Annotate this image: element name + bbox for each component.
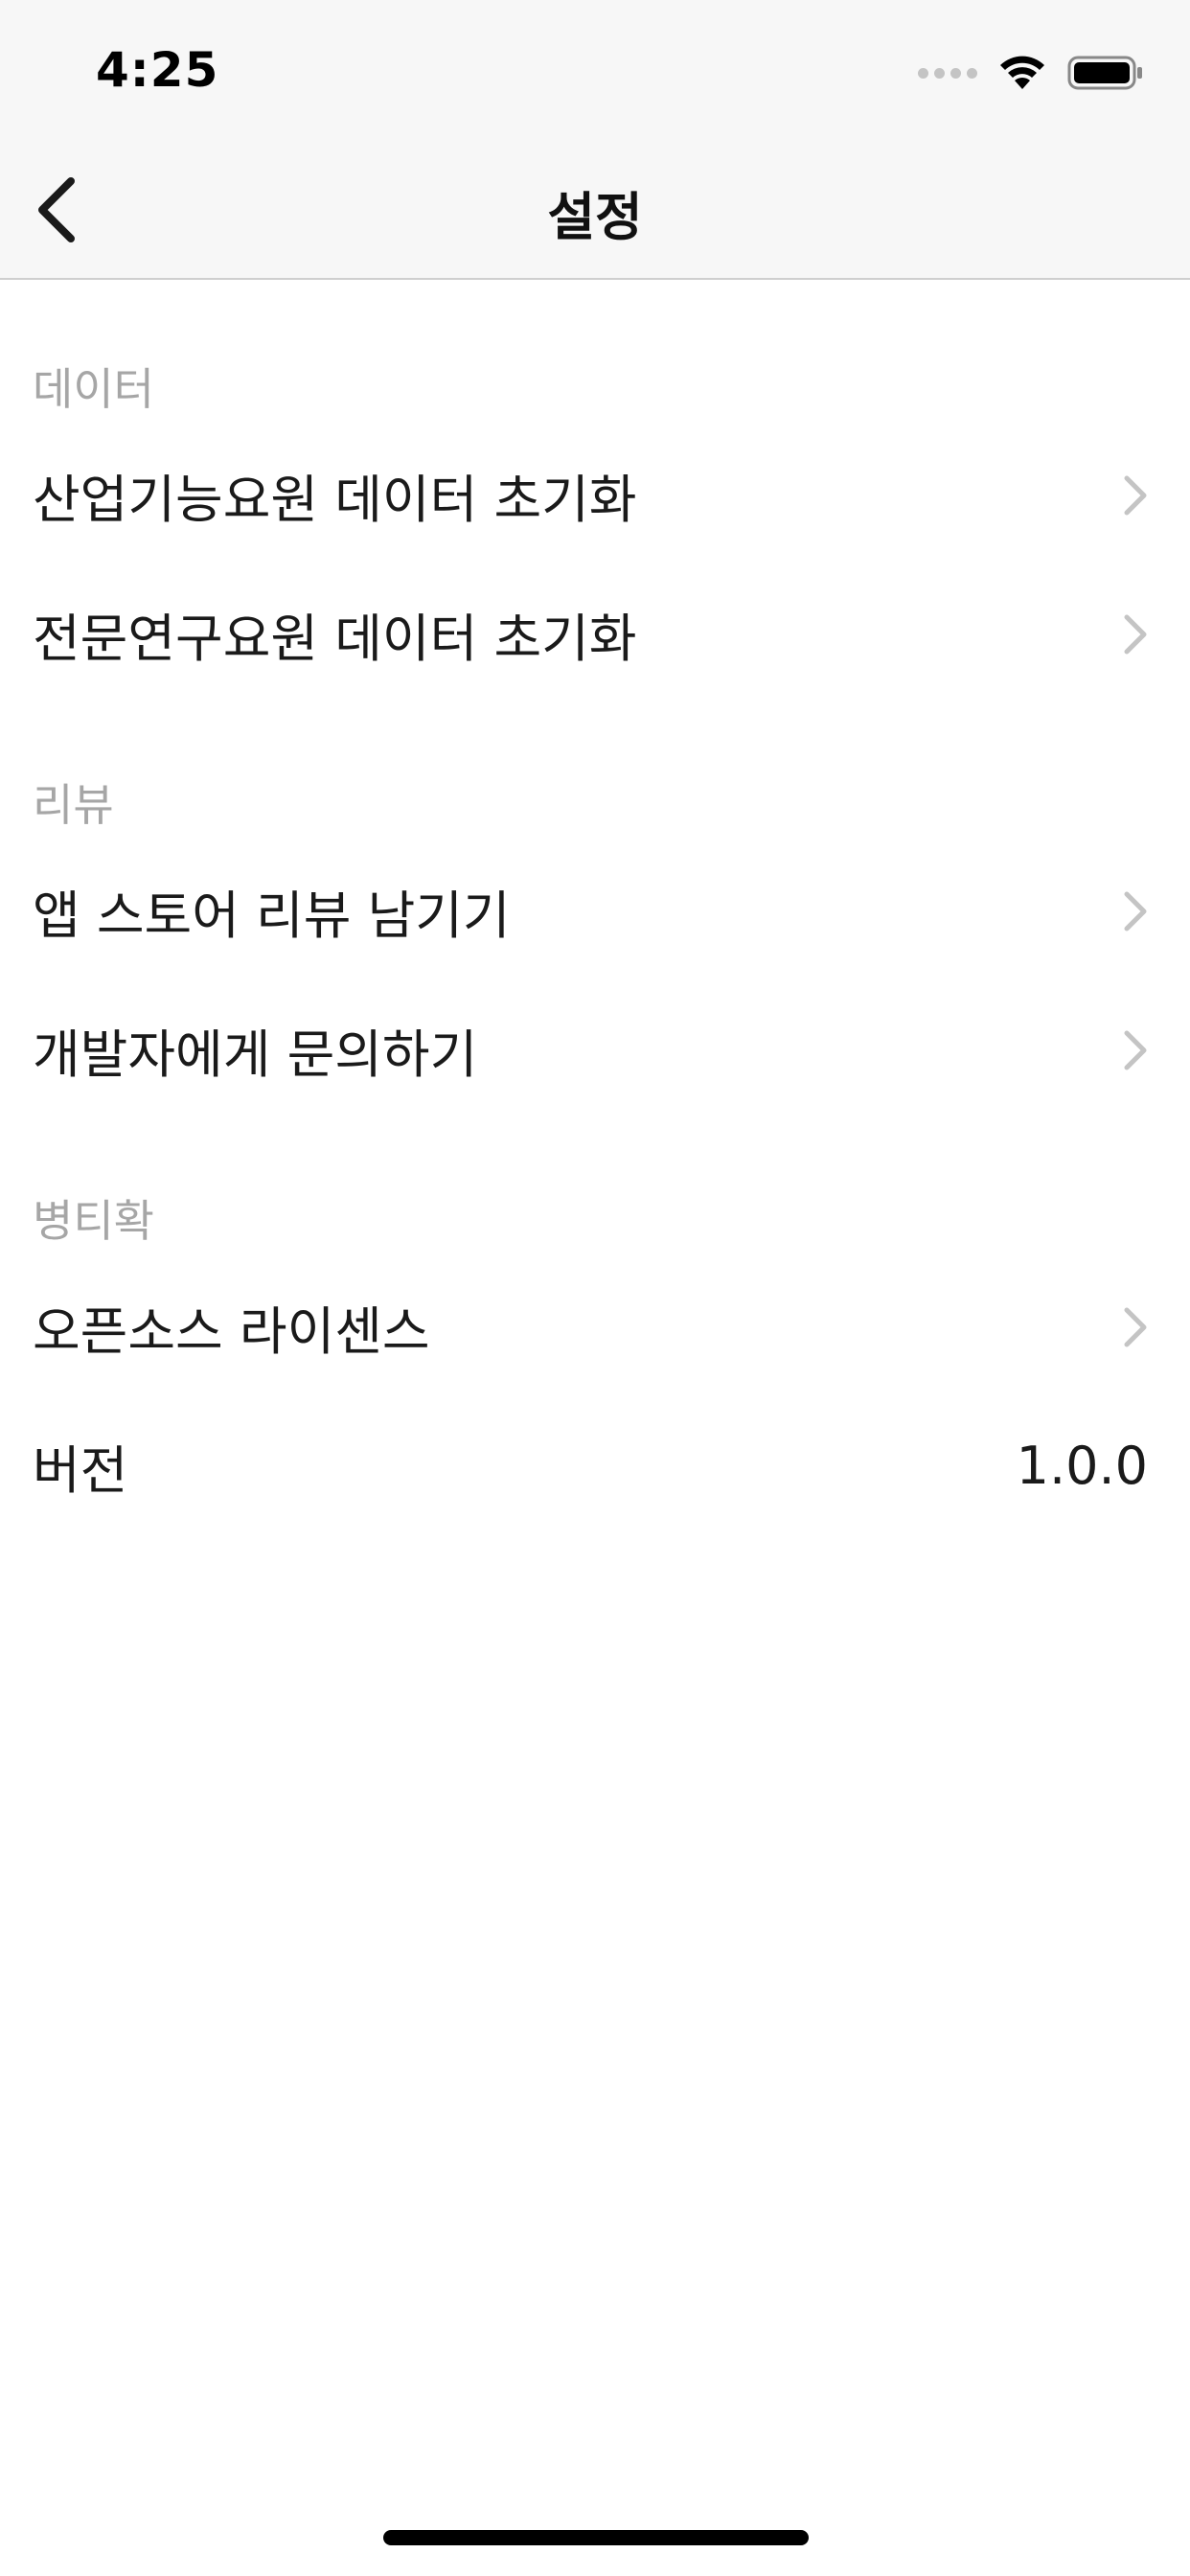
row-contact-developer[interactable]: 개발자에게 문의하기 xyxy=(0,980,1190,1119)
chevron-right-icon xyxy=(1123,613,1148,656)
row-label: 앱 스토어 리뷰 남기기 xyxy=(33,886,511,946)
row-label: 버전 xyxy=(33,1440,128,1501)
status-time: 4:25 xyxy=(96,42,219,98)
chevron-right-icon xyxy=(1123,474,1148,517)
row-open-source-licenses[interactable]: 오픈소스 라이센스 xyxy=(0,1257,1190,1396)
chevron-right-icon xyxy=(1123,1306,1148,1348)
row-reset-industrial-data[interactable]: 산업기능요원 데이터 초기화 xyxy=(0,426,1190,564)
section-header-review: 리뷰 xyxy=(33,779,114,831)
chevron-right-icon xyxy=(1123,890,1148,932)
section-header-data: 데이터 xyxy=(33,363,154,415)
home-indicator[interactable] xyxy=(383,2530,809,2545)
settings-screen: 4:25 설정 데이터 산업기능요원 데이터 초기화 전문연구요원 데이터 초기… xyxy=(0,0,1190,2576)
status-icons xyxy=(918,52,1144,94)
wifi-icon xyxy=(998,55,1046,91)
navigation-bar: 설정 xyxy=(0,144,1190,280)
status-bar: 4:25 xyxy=(0,0,1190,144)
row-app-store-review[interactable]: 앱 스토어 리뷰 남기기 xyxy=(0,841,1190,980)
row-version: 버전 1.0.0 xyxy=(0,1396,1190,1535)
row-reset-research-data[interactable]: 전문연구요원 데이터 초기화 xyxy=(0,564,1190,703)
row-label: 전문연구요원 데이터 초기화 xyxy=(33,609,637,669)
section-header-app: 병티확 xyxy=(33,1195,154,1247)
top-bar: 4:25 설정 xyxy=(0,0,1190,280)
version-value: 1.0.0 xyxy=(1016,1436,1148,1496)
row-label: 개발자에게 문의하기 xyxy=(33,1024,478,1085)
signal-dots-icon xyxy=(918,67,977,79)
chevron-right-icon xyxy=(1123,1029,1148,1071)
battery-icon xyxy=(1067,54,1144,92)
row-label: 산업기능요원 데이터 초기화 xyxy=(33,470,637,530)
settings-list: 데이터 산업기능요원 데이터 초기화 전문연구요원 데이터 초기화 리뷰 앱 스… xyxy=(0,282,1190,1535)
row-label: 오픈소스 라이센스 xyxy=(33,1301,430,1362)
page-title: 설정 xyxy=(547,187,643,247)
